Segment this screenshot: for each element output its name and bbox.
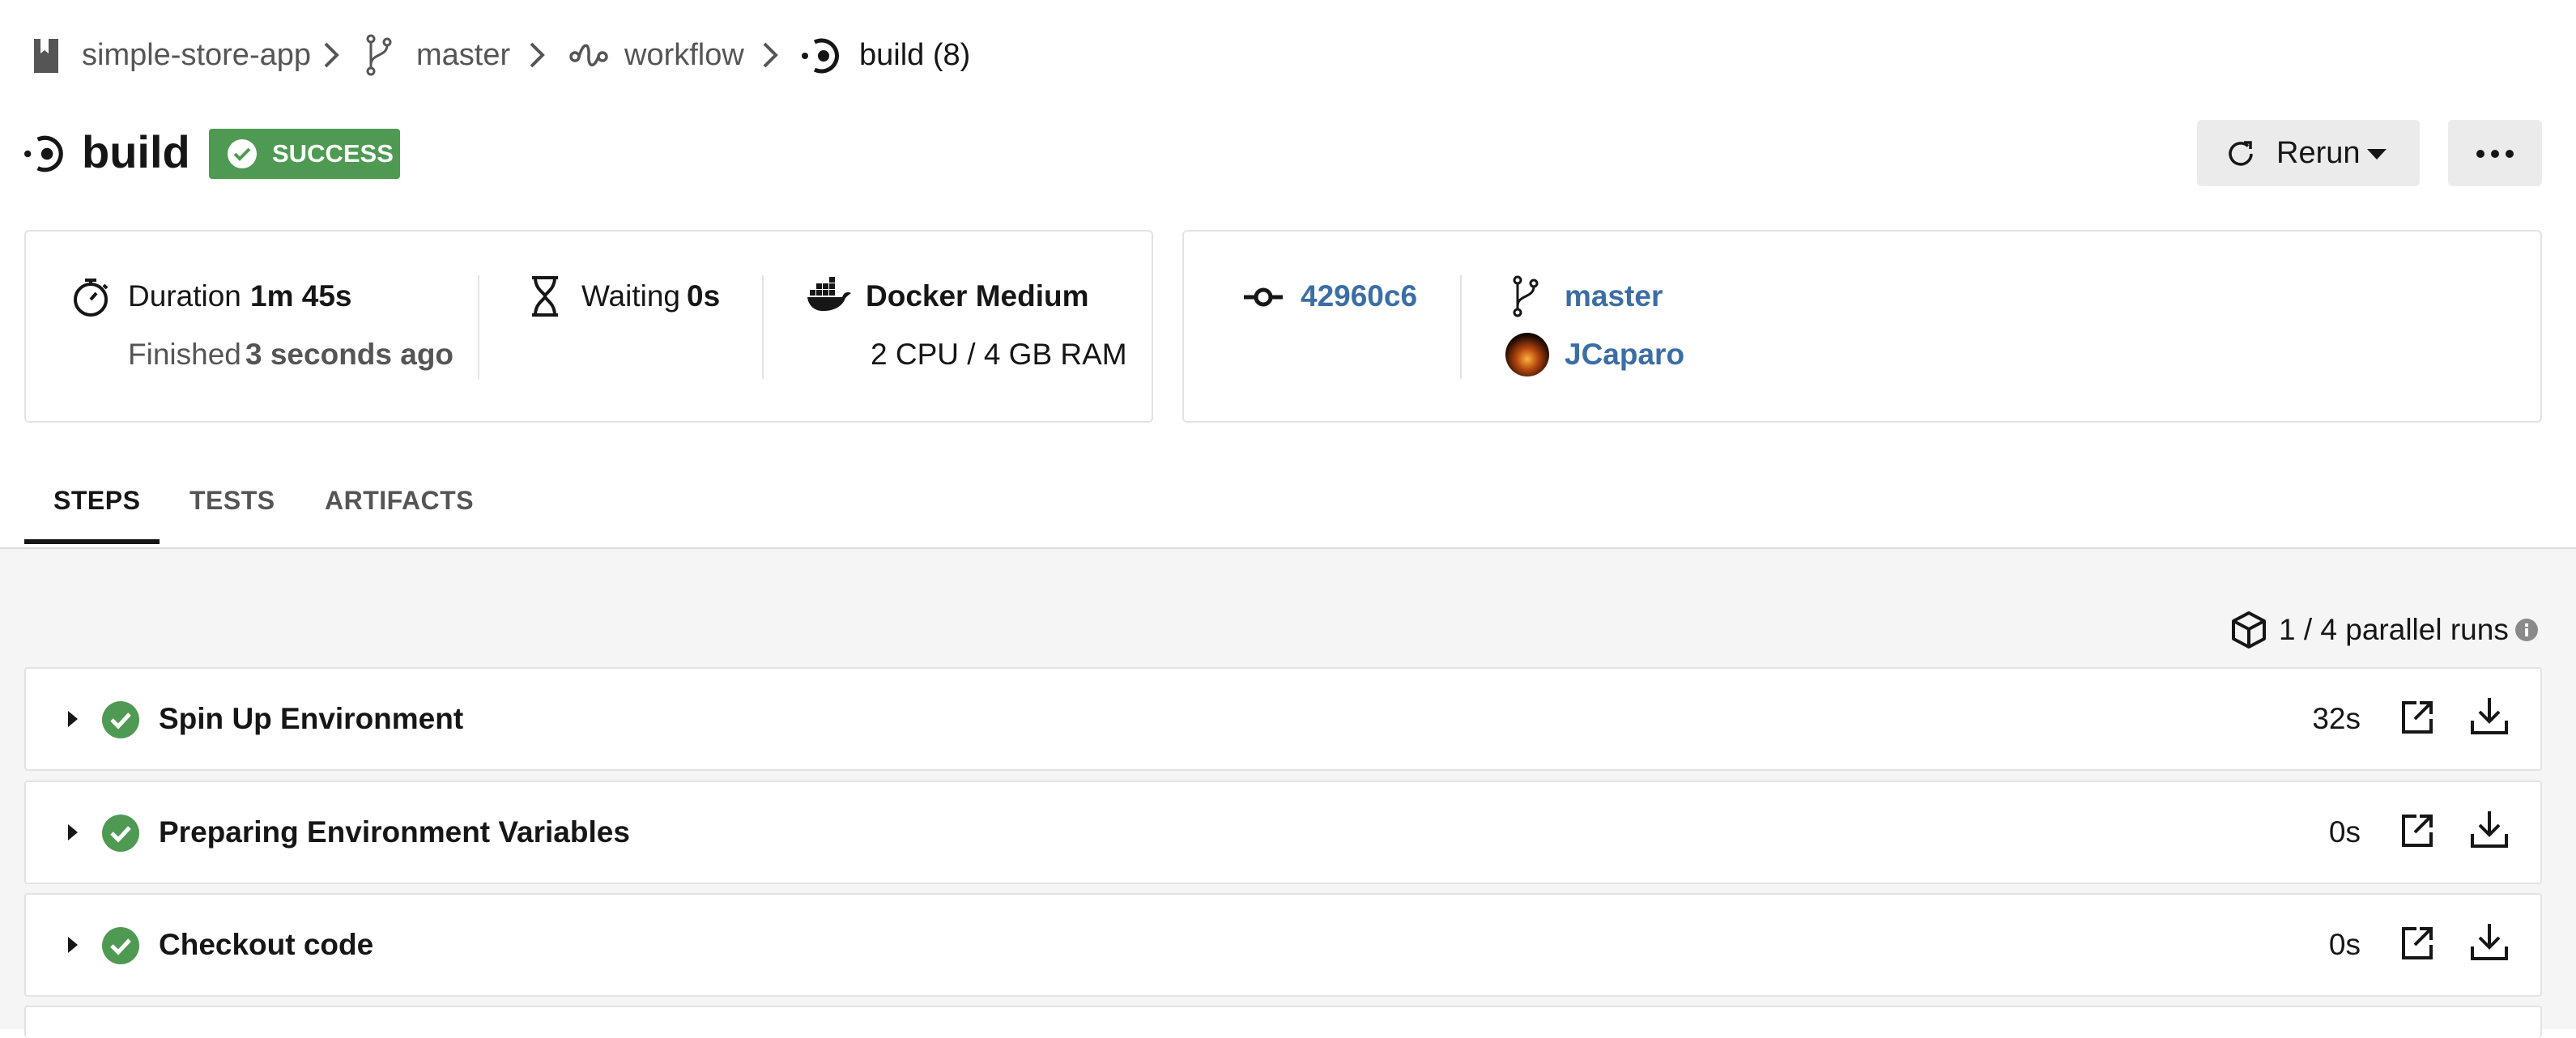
step-row[interactable]: Preparing Environment Variables 0s — [24, 781, 2542, 884]
open-external-icon[interactable] — [2400, 700, 2434, 735]
download-icon[interactable] — [2470, 810, 2509, 849]
status-badge: SUCCESS — [209, 129, 400, 179]
open-external-icon[interactable] — [2400, 813, 2434, 849]
download-icon[interactable] — [2470, 696, 2509, 735]
caret-right-icon[interactable] — [66, 709, 79, 729]
parallel-runs-label[interactable]: 1 / 4 parallel runs — [2279, 609, 2509, 651]
branch-icon — [1511, 275, 1540, 317]
commit-card — [1182, 230, 2542, 423]
caret-down-icon — [2367, 149, 2387, 160]
step-duration: 0s — [2328, 928, 2361, 961]
more-icon — [2476, 149, 2514, 159]
step-duration: 0s — [2328, 815, 2361, 849]
chevron-right-icon — [761, 40, 779, 70]
stopwatch-icon — [71, 277, 110, 317]
step-name: Spin Up Environment — [159, 702, 464, 735]
repo-icon — [31, 37, 62, 74]
docker-icon — [807, 277, 852, 313]
tab-steps[interactable]: STEPS — [53, 483, 140, 518]
finished-label: Finished — [128, 338, 241, 371]
author-link[interactable]: JCaparo — [1565, 334, 1684, 376]
executor-resources: 2 CPU / 4 GB RAM — [871, 338, 1127, 371]
success-check-icon — [102, 927, 139, 964]
step-name: Checkout code — [159, 928, 374, 961]
waiting-label: Waiting — [581, 279, 681, 313]
divider — [762, 275, 764, 379]
step-row[interactable] — [24, 1006, 2542, 1038]
commit-sha-link[interactable]: 42960c6 — [1301, 275, 1417, 317]
executor-name: Docker Medium — [866, 279, 1089, 313]
step-name: Preparing Environment Variables — [159, 815, 630, 849]
rerun-button[interactable]: Rerun — [2197, 120, 2420, 186]
breadcrumb-branch[interactable]: master — [416, 34, 510, 76]
waiting-value: 0s — [687, 279, 721, 313]
step-row[interactable]: Checkout code 0s — [24, 893, 2542, 997]
hourglass-icon — [530, 275, 560, 317]
chevron-right-icon — [322, 40, 340, 70]
job-details-card — [24, 230, 1153, 423]
finished-value: 3 seconds ago — [245, 338, 454, 371]
status-text: SUCCESS — [272, 139, 394, 168]
duration-label: Duration — [128, 279, 241, 313]
breadcrumb-job: build (8) — [859, 38, 971, 72]
page-title: build — [82, 126, 190, 177]
avatar[interactable] — [1505, 333, 1549, 376]
duration-value: 1m 45s — [250, 279, 352, 313]
job-icon — [24, 133, 66, 175]
rerun-label: Rerun — [2276, 136, 2361, 170]
chevron-right-icon — [528, 40, 546, 70]
more-options-button[interactable] — [2448, 120, 2542, 186]
active-tab-indicator — [24, 539, 160, 544]
open-external-icon[interactable] — [2400, 925, 2434, 961]
caret-right-icon[interactable] — [66, 823, 79, 842]
divider — [1460, 275, 1462, 379]
info-icon[interactable] — [2514, 618, 2539, 642]
refresh-icon — [2225, 138, 2257, 170]
branch-icon — [364, 34, 394, 76]
branch-link[interactable]: master — [1565, 275, 1663, 317]
tab-artifacts[interactable]: ARTIFACTS — [325, 483, 474, 518]
step-row[interactable]: Spin Up Environment 32s — [24, 667, 2542, 771]
success-check-icon — [102, 815, 139, 852]
divider — [478, 275, 479, 379]
check-circle-icon — [227, 138, 258, 169]
tab-tests[interactable]: TESTS — [189, 483, 275, 518]
download-icon[interactable] — [2470, 922, 2509, 961]
parallel-box-icon — [2230, 610, 2267, 649]
job-icon — [802, 37, 842, 74]
step-duration: 32s — [2312, 702, 2361, 735]
success-check-icon — [102, 701, 139, 738]
breadcrumb-workflow[interactable]: workflow — [624, 34, 744, 76]
commit-icon — [1244, 287, 1283, 308]
caret-right-icon[interactable] — [66, 935, 79, 955]
workflow-icon — [568, 40, 609, 70]
breadcrumb-project[interactable]: simple-store-app — [82, 34, 311, 76]
